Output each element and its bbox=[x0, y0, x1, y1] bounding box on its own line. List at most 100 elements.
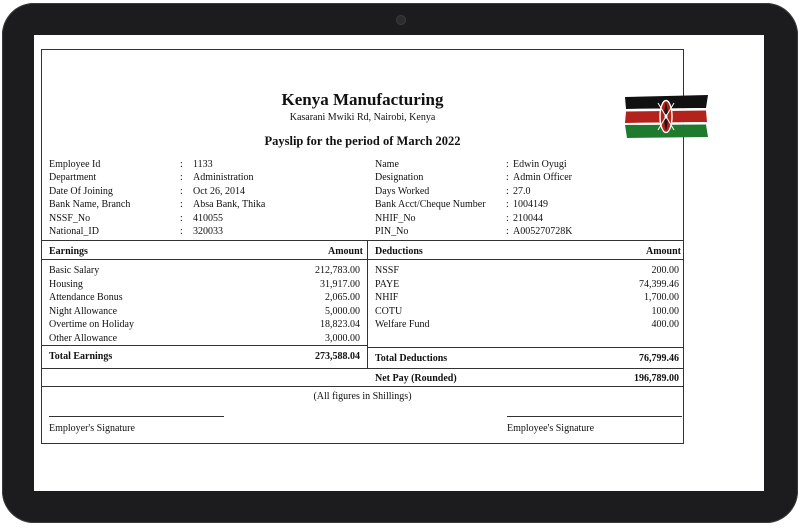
deduction-amount: 200.00 bbox=[651, 265, 680, 276]
employee-signature-label: Employee's Signature bbox=[507, 423, 595, 434]
net-pay-label: Net Pay (Rounded) bbox=[375, 373, 457, 384]
employer-signature-label: Employer's Signature bbox=[49, 423, 135, 434]
total-deductions-label: Total Deductions bbox=[375, 353, 448, 364]
deduction-name: NSSF bbox=[375, 265, 399, 276]
info-colon: : bbox=[180, 172, 183, 184]
company-address: Kasarani Mwiki Rd, Nairobi, Kenya bbox=[289, 112, 436, 123]
deductions-total-rule bbox=[367, 347, 683, 348]
info-colon: : bbox=[506, 185, 509, 197]
info-row: Bank Name, Branch: Absa Bank, Thika bbox=[49, 198, 364, 211]
deductions-row: NHIF 1,700.00 bbox=[375, 292, 679, 306]
employee-signature-line bbox=[507, 416, 682, 417]
deductions-row: PAYE 74,399.46 bbox=[375, 279, 679, 293]
info-label: NHIF_No bbox=[375, 212, 416, 224]
info-row: Designation: Admin Officer bbox=[375, 171, 675, 184]
company-name: Kenya Manufacturing bbox=[281, 90, 444, 109]
earnings-row: Other Allowance 3,000.00 bbox=[49, 333, 360, 347]
info-row: NSSF_No:410055 bbox=[49, 212, 364, 225]
info-colon: : bbox=[180, 185, 183, 197]
payslip-period-title: Payslip for the period of March 2022 bbox=[264, 134, 461, 148]
info-value: 1004149 bbox=[513, 199, 548, 211]
info-value: 210044 bbox=[513, 212, 543, 224]
info-value: 1133 bbox=[193, 159, 213, 170]
info-value: Edwin Oyugi bbox=[513, 159, 567, 170]
info-label: NSSF_No bbox=[49, 212, 91, 224]
deduction-name: NHIF bbox=[375, 292, 399, 303]
info-value: Oct 26, 2014 bbox=[193, 185, 245, 197]
earning-amount: 212,783.00 bbox=[315, 265, 360, 276]
earning-amount: 3,000.00 bbox=[325, 332, 360, 344]
info-row: Date Of Joining: Oct 26, 2014 bbox=[49, 185, 364, 198]
kenya-flag-logo bbox=[625, 95, 708, 138]
earning-name: Overtime on Holiday bbox=[49, 319, 134, 330]
info-row: Bank Acct/Cheque Number:1004149 bbox=[375, 198, 675, 211]
earning-name: Other Allowance bbox=[49, 332, 118, 344]
net-pay-value: 196,789.00 bbox=[634, 373, 679, 384]
info-row: Days Worked:27.0 bbox=[375, 185, 675, 198]
info-row: NHIF_No:210044 bbox=[375, 212, 675, 225]
info-value: Absa Bank, Thika bbox=[193, 199, 266, 211]
info-label: Designation bbox=[375, 172, 424, 184]
front-camera bbox=[397, 16, 405, 24]
info-value: 27.0 bbox=[513, 185, 531, 197]
total-earnings-label: Total Earnings bbox=[49, 351, 113, 362]
earning-name: Night Allowance bbox=[49, 305, 118, 317]
info-row: Department: Administration bbox=[49, 171, 364, 184]
deduction-amount: 400.00 bbox=[651, 319, 680, 330]
earnings-row: Housing 31,917.00 bbox=[49, 279, 360, 293]
info-row: National_ID:320033 bbox=[49, 225, 364, 238]
deduction-name: PAYE bbox=[375, 278, 400, 290]
info-colon: : bbox=[180, 159, 183, 170]
earning-name: Housing bbox=[49, 278, 83, 290]
deductions-row: Welfare Fund 400.00 bbox=[375, 319, 679, 333]
earnings-row: Attendance Bonus 2,065.00 bbox=[49, 292, 360, 306]
info-row: Name: Edwin Oyugi bbox=[375, 158, 675, 171]
info-colon: : bbox=[506, 225, 509, 237]
earning-name: Attendance Bonus bbox=[49, 292, 123, 303]
info-value: Administration bbox=[193, 172, 254, 184]
info-colon: : bbox=[506, 159, 509, 170]
total-earnings-row: Total Earnings 273,588.04 bbox=[49, 351, 360, 365]
info-label: National_ID bbox=[49, 225, 99, 237]
info-label: Bank Name, Branch bbox=[49, 199, 131, 211]
info-label: Bank Acct/Cheque Number bbox=[375, 199, 486, 211]
earnings-row: Overtime on Holiday 18,823.04 bbox=[49, 319, 360, 333]
info-label: Employee Id bbox=[49, 159, 101, 170]
figures-note: (All figures in Shillings) bbox=[313, 391, 412, 402]
deductions-list: NSSF 200.00 PAYE 74,399.46 NHIF 1,700.00 CO… bbox=[375, 265, 679, 333]
earning-name: Basic Salary bbox=[49, 265, 100, 276]
info-colon: : bbox=[180, 212, 183, 224]
deduction-name: COTU bbox=[375, 305, 403, 317]
earnings-row: Night Allowance 5,000.00 bbox=[49, 306, 360, 320]
info-label: Days Worked bbox=[375, 185, 430, 197]
table-top-rule bbox=[42, 240, 683, 241]
info-colon: : bbox=[506, 199, 509, 211]
info-label: Department bbox=[49, 172, 97, 184]
earning-amount: 31,917.00 bbox=[320, 278, 360, 290]
net-pay-row: Net Pay (Rounded) 196,789.00 bbox=[375, 373, 679, 387]
table-header-rule bbox=[42, 259, 683, 260]
total-deductions-row: Total Deductions 76,799.46 bbox=[375, 353, 679, 367]
info-label: Name bbox=[375, 159, 399, 170]
earnings-header: Earnings bbox=[49, 246, 88, 257]
deduction-amount: 1,700.00 bbox=[644, 292, 679, 303]
info-row: PIN_No: A005270728K bbox=[375, 225, 675, 238]
info-value: 320033 bbox=[193, 225, 223, 237]
employer-signature-line bbox=[49, 416, 224, 417]
deductions-header: Deductions bbox=[375, 246, 423, 257]
info-colon: : bbox=[180, 199, 183, 211]
earnings-row: Basic Salary 212,783.00 bbox=[49, 265, 360, 279]
info-value: 410055 bbox=[193, 212, 223, 224]
payslip-document: Kenya Manufacturing Kasarani Mwiki Rd, N… bbox=[41, 49, 708, 444]
info-colon: : bbox=[506, 212, 509, 224]
earning-amount: 2,065.00 bbox=[325, 292, 360, 303]
employee-info-right: Name: Edwin Oyugi Designation: Admin Offic… bbox=[375, 158, 675, 238]
info-label: Date Of Joining bbox=[49, 185, 113, 197]
deductions-row: NSSF 200.00 bbox=[375, 265, 679, 279]
deduction-name: Welfare Fund bbox=[375, 319, 430, 330]
earning-amount: 5,000.00 bbox=[325, 305, 360, 317]
total-earnings-value: 273,588.04 bbox=[315, 351, 360, 362]
info-value: Admin Officer bbox=[513, 172, 572, 184]
deductions-row: COTU 100.00 bbox=[375, 306, 679, 320]
earning-amount: 18,823.04 bbox=[320, 319, 360, 330]
